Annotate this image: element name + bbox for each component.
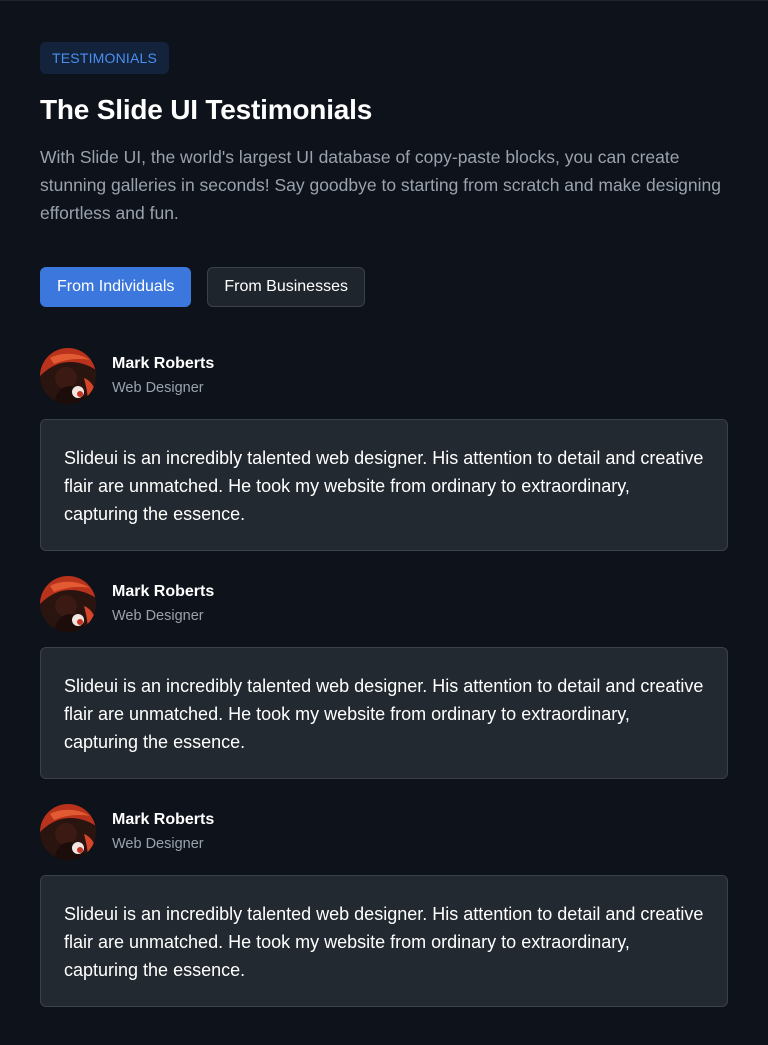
testimonial-item: Mark Roberts Web Designer Slideui is an … bbox=[40, 803, 728, 1007]
testimonial-item: Mark Roberts Web Designer Slideui is an … bbox=[40, 347, 728, 551]
avatar bbox=[40, 347, 96, 404]
tab-bar: From Individuals From Businesses bbox=[40, 267, 728, 307]
author-role: Web Designer bbox=[112, 835, 204, 852]
author-name: Mark Roberts bbox=[112, 354, 215, 372]
testimonial-author: Mark Roberts Web Designer bbox=[40, 803, 728, 860]
author-name: Mark Roberts bbox=[112, 810, 215, 828]
tab-from-individuals[interactable]: From Individuals bbox=[40, 267, 192, 307]
author-info: Mark Roberts Web Designer bbox=[112, 581, 214, 627]
testimonial-quote: Slideui is an incredibly talented web de… bbox=[40, 647, 728, 779]
testimonial-author: Mark Roberts Web Designer bbox=[40, 347, 728, 404]
section-badge: TESTIMONIALS bbox=[40, 42, 170, 74]
author-info: Mark Roberts Web Designer bbox=[112, 809, 214, 855]
author-info: Mark Roberts Web Designer bbox=[112, 353, 214, 399]
author-role: Web Designer bbox=[112, 607, 204, 624]
testimonial-quote: Slideui is an incredibly talented web de… bbox=[40, 419, 728, 551]
testimonial-author: Mark Roberts Web Designer bbox=[40, 575, 728, 632]
tab-from-businesses[interactable]: From Businesses bbox=[207, 267, 365, 307]
testimonial-item: Mark Roberts Web Designer Slideui is an … bbox=[40, 575, 728, 779]
page-description: With Slide UI, the world's largest UI da… bbox=[40, 147, 721, 223]
testimonials-section: TESTIMONIALS The Slide UI Testimonials W… bbox=[0, 0, 768, 1045]
avatar bbox=[40, 803, 96, 860]
author-name: Mark Roberts bbox=[112, 582, 215, 600]
page-title: The Slide UI Testimonials bbox=[40, 94, 373, 125]
author-role: Web Designer bbox=[112, 379, 204, 396]
avatar bbox=[40, 575, 96, 632]
testimonial-quote: Slideui is an incredibly talented web de… bbox=[40, 875, 728, 1007]
testimonial-list: Mark Roberts Web Designer Slideui is an … bbox=[40, 347, 728, 1007]
